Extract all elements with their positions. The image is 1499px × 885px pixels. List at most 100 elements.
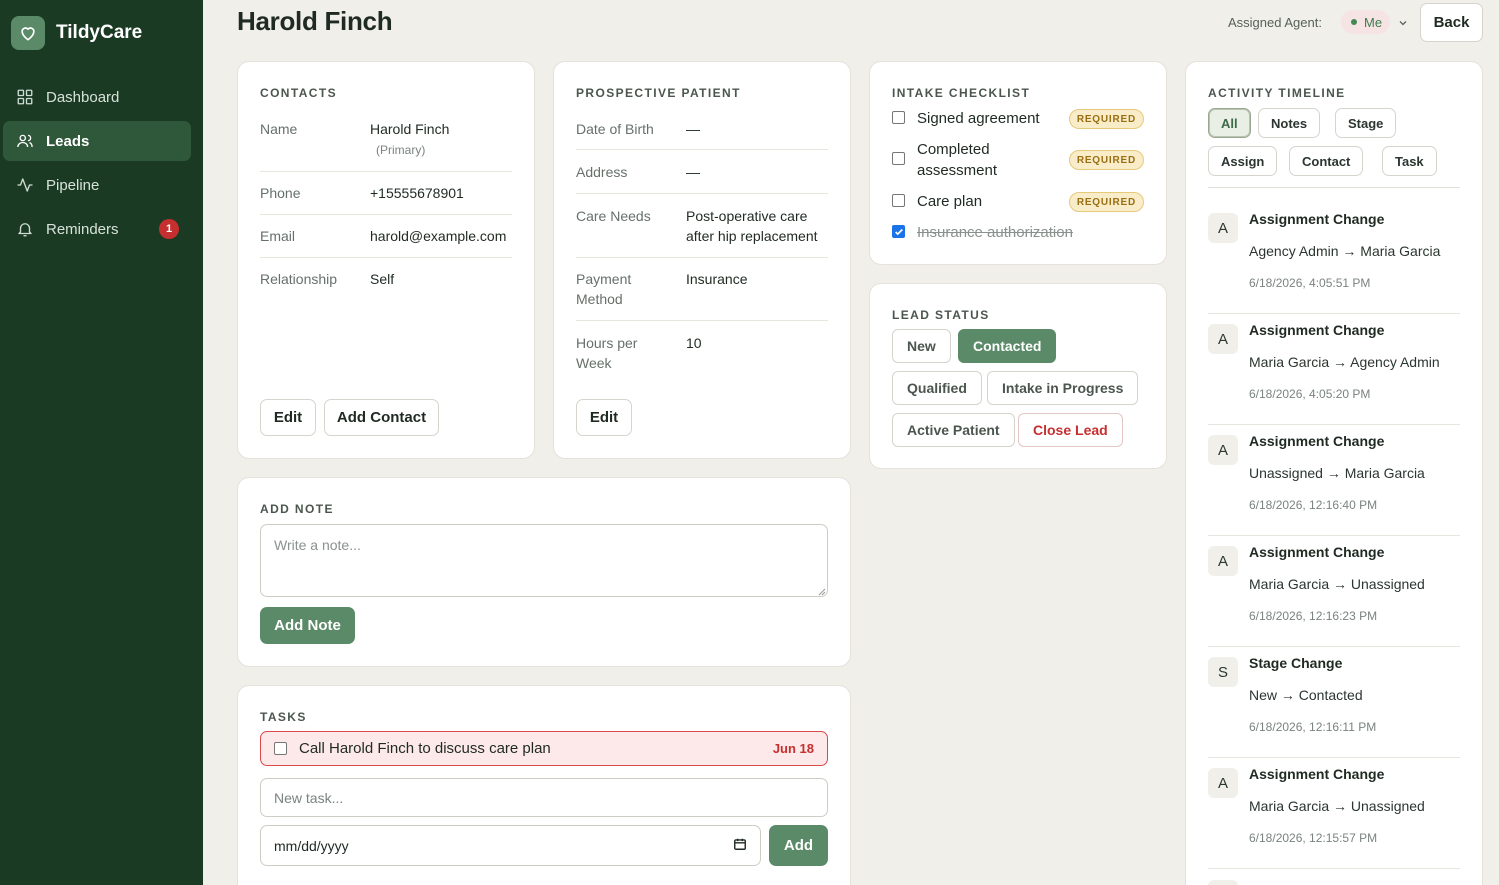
patient-row-payment: Payment Method Insurance xyxy=(576,269,828,321)
checkbox-checked[interactable] xyxy=(892,225,905,238)
task-checkbox[interactable] xyxy=(274,742,287,755)
add-note-card: ADD NOTE Write a note... Add Note xyxy=(237,477,851,667)
avatar: A xyxy=(1208,324,1238,354)
patient-care-needs-value: Post-operative care after hip replacemen… xyxy=(686,208,818,244)
checklist-title: INTAKE CHECKLIST xyxy=(892,86,1031,100)
task-due-date: Jun 18 xyxy=(772,741,814,756)
checklist-label: Completed assessment xyxy=(917,141,998,179)
contact-row-name: Name Harold Finch (Primary) xyxy=(260,119,512,172)
sidebar-item-label: Pipeline xyxy=(46,176,100,194)
timeline-entry: A Assignment Change Agency Admin → Maria… xyxy=(1208,203,1460,314)
timeline-entry-time: 6/18/2026, 4:05:51 PM xyxy=(1249,276,1371,290)
checkbox[interactable] xyxy=(892,194,905,207)
timeline-entry-time: 6/18/2026, 12:16:23 PM xyxy=(1249,609,1378,623)
filter-task[interactable]: Task xyxy=(1382,146,1437,176)
avatar: A xyxy=(1208,546,1238,576)
timeline-entry-desc: Unassigned → Maria Garcia xyxy=(1249,465,1425,481)
new-task-input[interactable]: New task... xyxy=(260,778,828,817)
checklist-item-completed-assessment[interactable]: Completed assessment REQUIRED xyxy=(892,139,1144,181)
checklist-label: Insurance authorization xyxy=(917,224,1073,241)
tasks-card: TASKS Call Harold Finch to discuss care … xyxy=(237,685,851,885)
timeline-entry: S Stage Change New → Contacted 6/18/2026… xyxy=(1208,647,1460,758)
filter-contact[interactable]: Contact xyxy=(1289,146,1364,176)
patient-label: Hours per Week xyxy=(576,335,638,371)
contact-label: Relationship xyxy=(260,271,338,287)
status-active-patient[interactable]: Active Patient xyxy=(892,413,1015,447)
checklist-label: Care plan xyxy=(917,193,983,210)
timeline-entry-time: 6/18/2026, 12:16:40 PM xyxy=(1249,498,1378,512)
checklist-item-care-plan[interactable]: Care plan REQUIRED xyxy=(892,191,1144,212)
contact-email-value: harold@example.com xyxy=(370,228,507,244)
resize-handle-icon[interactable] xyxy=(818,588,826,596)
timeline-entry: A Assignment Change Unassigned → Maria G… xyxy=(1208,425,1460,536)
checklist-item-signed-agreement[interactable]: Signed agreement REQUIRED xyxy=(892,108,1144,129)
checkbox[interactable] xyxy=(892,111,905,124)
sidebar: TildyCare Dashboard Leads Pipeline Remin… xyxy=(0,0,203,885)
primary-tag: (Primary) xyxy=(376,143,426,157)
activity-icon xyxy=(16,176,34,194)
contact-relationship-value: Self xyxy=(370,271,395,287)
patient-title: PROSPECTIVE PATIENT xyxy=(576,86,741,100)
checklist-item-insurance-authorization[interactable]: Insurance authorization xyxy=(892,222,1144,243)
sidebar-item-reminders[interactable]: Reminders 1 xyxy=(3,209,191,249)
patient-card: PROSPECTIVE PATIENT Date of Birth — Addr… xyxy=(553,61,851,459)
timeline-entry-time: 6/18/2026, 4:05:20 PM xyxy=(1249,387,1371,401)
timeline-entry-desc: New → Contacted xyxy=(1249,687,1363,703)
timeline-entry-time: 6/18/2026, 12:16:11 PM xyxy=(1249,720,1377,734)
contact-label: Name xyxy=(260,121,298,137)
contact-label: Phone xyxy=(260,185,301,201)
sidebar-item-label: Leads xyxy=(46,132,90,150)
timeline-divider xyxy=(1208,187,1460,188)
page-title: Harold Finch xyxy=(237,6,393,36)
filter-notes[interactable]: Notes xyxy=(1258,108,1321,138)
grid-icon xyxy=(16,88,34,106)
avatar: A xyxy=(1208,213,1238,243)
patient-hours-value: 10 xyxy=(686,335,702,351)
add-note-button[interactable]: Add Note xyxy=(260,607,355,644)
lead-status-card: LEAD STATUS New Contacted Qualified Inta… xyxy=(869,283,1167,469)
patient-label: Date of Birth xyxy=(576,121,654,137)
checkbox[interactable] xyxy=(892,152,905,165)
filter-all[interactable]: All xyxy=(1208,108,1251,138)
patient-payment-value: Insurance xyxy=(686,271,748,287)
timeline-entry: A Assignment Change Maria Garcia → Unass… xyxy=(1208,536,1460,647)
add-contact-button[interactable]: Add Contact xyxy=(324,399,439,436)
contacts-title: CONTACTS xyxy=(260,86,337,100)
task-date-input[interactable]: mm/dd/yyyy xyxy=(260,825,761,866)
timeline-entry-desc: Maria Garcia → Unassigned xyxy=(1249,576,1425,592)
brand[interactable]: TildyCare xyxy=(11,16,203,50)
sidebar-item-dashboard[interactable]: Dashboard xyxy=(3,77,191,117)
sidebar-item-label: Dashboard xyxy=(46,88,120,106)
avatar: S xyxy=(1208,657,1238,687)
sidebar-item-pipeline[interactable]: Pipeline xyxy=(3,165,191,205)
back-button[interactable]: Back xyxy=(1420,3,1483,42)
timeline-entry-title: Assignment Change xyxy=(1249,211,1385,227)
edit-contact-button[interactable]: Edit xyxy=(260,399,316,436)
required-badge: REQUIRED xyxy=(1068,192,1144,212)
filter-stage[interactable]: Stage xyxy=(1335,108,1397,138)
status-contacted[interactable]: Contacted xyxy=(958,329,1057,363)
task-item-overdue[interactable]: Call Harold Finch to discuss care plan J… xyxy=(260,731,828,766)
status-new[interactable]: New xyxy=(892,329,951,363)
status-qualified[interactable]: Qualified xyxy=(892,371,982,405)
sidebar-item-label: Reminders xyxy=(46,220,119,238)
close-lead-button[interactable]: Close Lead xyxy=(1018,413,1123,447)
chevron-down-icon[interactable] xyxy=(1397,16,1409,34)
patient-label: Care Needs xyxy=(576,208,651,224)
add-task-button[interactable]: Add xyxy=(769,825,828,866)
timeline-entry-title: Assignment Change xyxy=(1249,322,1385,338)
sidebar-item-leads[interactable]: Leads xyxy=(3,121,191,161)
contact-phone-value: +15555678901 xyxy=(370,185,464,201)
status-intake-in-progress[interactable]: Intake in Progress xyxy=(987,371,1139,405)
sidebar-nav: Dashboard Leads Pipeline Reminders 1 xyxy=(0,77,203,249)
note-textarea[interactable]: Write a note... xyxy=(260,524,828,597)
contact-row-phone: Phone +15555678901 xyxy=(260,183,512,215)
timeline-title: ACTIVITY TIMELINE xyxy=(1208,86,1346,100)
patient-label: Payment Method xyxy=(576,271,632,307)
calendar-icon[interactable] xyxy=(733,837,747,854)
bell-icon xyxy=(16,220,34,238)
filter-assign[interactable]: Assign xyxy=(1208,146,1278,176)
edit-patient-button[interactable]: Edit xyxy=(576,399,632,436)
assigned-agent-select[interactable]: Me xyxy=(1341,10,1391,34)
required-badge: REQUIRED xyxy=(1068,109,1144,129)
